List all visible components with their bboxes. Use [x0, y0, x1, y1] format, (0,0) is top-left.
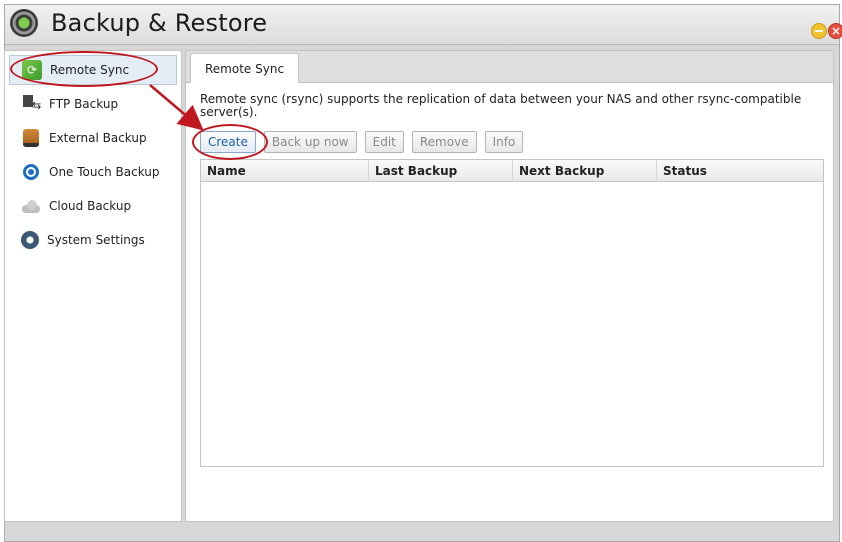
sidebar-item-label: System Settings: [47, 233, 145, 247]
window-title: Backup & Restore: [51, 9, 268, 37]
edit-button[interactable]: Edit: [364, 131, 404, 153]
sidebar-item-external-backup[interactable]: External Backup: [9, 123, 177, 153]
title-bar: Backup & Restore ×: [5, 5, 842, 45]
main-panel: Remote Sync Remote sync (rsync) supports…: [185, 50, 834, 522]
ftp-icon: ⇆: [21, 94, 41, 114]
sidebar-item-system-settings[interactable]: System Settings: [9, 225, 177, 255]
sidebar-item-label: Cloud Backup: [49, 199, 132, 213]
one-touch-icon: [23, 164, 39, 180]
toolbar: Create Back up now Edit Remove Info: [200, 131, 524, 153]
external-drive-icon: [23, 129, 39, 147]
info-button[interactable]: Info: [484, 131, 524, 153]
sidebar-item-label: FTP Backup: [49, 97, 119, 111]
cloud-icon: [21, 196, 41, 216]
sidebar-item-cloud-backup[interactable]: Cloud Backup: [9, 191, 177, 221]
table-header: Name Last Backup Next Backup Status: [201, 160, 823, 182]
sync-icon: ⟳: [22, 60, 42, 80]
close-button[interactable]: ×: [828, 23, 842, 39]
sidebar: ⟳ Remote Sync ⇆ FTP Backup External Back…: [4, 50, 182, 522]
minimize-button[interactable]: [811, 23, 827, 39]
description-text: Remote sync (rsync) supports the replica…: [200, 92, 802, 119]
column-header-next-backup[interactable]: Next Backup: [513, 160, 657, 182]
tab-strip: Remote Sync: [186, 51, 833, 83]
sidebar-item-label: One Touch Backup: [49, 165, 160, 179]
column-header-status[interactable]: Status: [657, 160, 823, 182]
sidebar-item-ftp-backup[interactable]: ⇆ FTP Backup: [9, 89, 177, 119]
remove-button[interactable]: Remove: [411, 131, 477, 153]
backup-restore-app-icon: [10, 9, 38, 37]
sidebar-item-one-touch-backup[interactable]: One Touch Backup: [9, 157, 177, 187]
create-button[interactable]: Create: [200, 131, 256, 153]
sidebar-item-label: Remote Sync: [50, 63, 130, 77]
tab-remote-sync[interactable]: Remote Sync: [190, 53, 300, 83]
gear-icon: [21, 231, 39, 249]
backup-jobs-table: Name Last Backup Next Backup Status: [200, 159, 824, 467]
column-header-last-backup[interactable]: Last Backup: [369, 160, 513, 182]
column-header-name[interactable]: Name: [201, 160, 369, 182]
back-up-now-button[interactable]: Back up now: [263, 131, 357, 153]
sidebar-item-remote-sync[interactable]: ⟳ Remote Sync: [9, 55, 177, 85]
sidebar-item-label: External Backup: [49, 131, 147, 145]
